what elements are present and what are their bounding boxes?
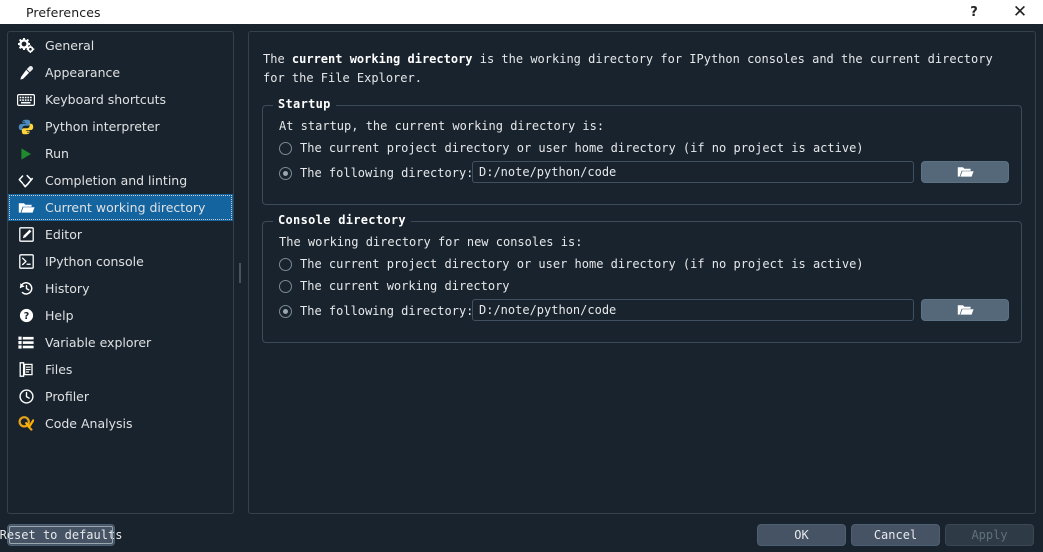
sidebar-item-label: Profiler xyxy=(45,389,90,404)
history-clock-icon xyxy=(16,281,36,297)
list-table-icon xyxy=(16,335,36,351)
startup-prompt-label: At startup, the current working director… xyxy=(279,119,605,133)
radio-label: The following directory: xyxy=(300,166,474,180)
page-description: The current working directory is the wor… xyxy=(263,50,1015,88)
help-button[interactable]: ? xyxy=(951,0,997,24)
reset-to-defaults-button[interactable]: Reset to defaults xyxy=(0,524,122,546)
sidebar-item-help[interactable]: ? Help xyxy=(8,302,233,329)
sidebar-item-label: Files xyxy=(45,362,73,377)
radio-indicator xyxy=(279,279,292,293)
console-group-title: Console directory xyxy=(273,213,411,227)
sidebar-item-label: Current working directory xyxy=(45,200,206,215)
sidebar-item-code-analysis[interactable]: Code Analysis xyxy=(8,410,233,437)
sidebar-item-label: General xyxy=(45,38,95,53)
apply-button: Apply xyxy=(945,524,1034,546)
sidebar-item-general[interactable]: General xyxy=(8,32,233,59)
svg-text:?: ? xyxy=(23,311,29,322)
console-prompt-label: The working directory for new consoles i… xyxy=(279,235,583,249)
open-folder-icon xyxy=(957,163,974,182)
startup-radio-following-directory[interactable]: The following directory: xyxy=(279,164,473,182)
sidebar-item-history[interactable]: History xyxy=(8,275,233,302)
sidebar-item-variable-explorer[interactable]: Variable explorer xyxy=(8,329,233,356)
sidebar-item-label: Run xyxy=(45,146,69,161)
sidebar-item-label: History xyxy=(45,281,90,296)
description-prefix: The xyxy=(263,52,292,66)
pencil-square-icon xyxy=(16,227,36,243)
sidebar-item-label: Appearance xyxy=(45,65,121,80)
preferences-main-panel: The current working directory is the wor… xyxy=(248,31,1036,514)
radio-label: The current project directory or user ho… xyxy=(300,257,864,271)
sidebar-item-label: Keyboard shortcuts xyxy=(45,92,167,107)
console-radio-project-directory[interactable]: The current project directory or user ho… xyxy=(279,255,864,273)
sidebar-item-keyboard-shortcuts[interactable]: Keyboard shortcuts xyxy=(8,86,233,113)
gears-icon xyxy=(16,38,36,54)
console-radio-current-working-directory[interactable]: The current working directory xyxy=(279,277,510,295)
console-directory-input[interactable]: D:/note/python/code xyxy=(472,299,914,321)
eyedropper-icon xyxy=(16,65,36,81)
python-logo-icon xyxy=(16,119,36,135)
radio-indicator xyxy=(279,304,292,318)
splitter-grip xyxy=(239,263,241,283)
sidebar-item-label: Completion and linting xyxy=(45,173,188,188)
console-browse-button[interactable] xyxy=(921,299,1009,321)
sidebar-item-label: IPython console xyxy=(45,254,144,269)
sidebar-item-label: Variable explorer xyxy=(45,335,152,350)
console-directory-group: Console directory The working directory … xyxy=(262,213,1022,343)
description-bold-term: current working directory xyxy=(291,52,473,66)
startup-browse-button[interactable] xyxy=(921,161,1009,183)
window-title: Preferences xyxy=(26,4,101,20)
radio-label: The current project directory or user ho… xyxy=(300,141,864,155)
sidebar-item-editor[interactable]: Editor xyxy=(8,221,233,248)
files-icon xyxy=(16,362,36,378)
play-triangle-icon xyxy=(16,146,36,162)
preferences-dialog: General Appearance Keyboard shortcuts Py… xyxy=(0,24,1043,552)
terminal-icon xyxy=(16,254,36,270)
sidebar-item-run[interactable]: Run xyxy=(8,140,233,167)
sidebar-item-label: Python interpreter xyxy=(45,119,160,134)
startup-radio-project-directory[interactable]: The current project directory or user ho… xyxy=(279,139,864,157)
sidebar-item-appearance[interactable]: Appearance xyxy=(8,59,233,86)
radio-indicator xyxy=(279,257,292,271)
radio-label: The following directory: xyxy=(300,304,474,318)
radio-indicator xyxy=(279,166,292,180)
startup-directory-input[interactable]: D:/note/python/code xyxy=(472,161,914,183)
sidebar-item-label: Editor xyxy=(45,227,82,242)
radio-label: The current working directory xyxy=(300,279,510,293)
sidebar-item-ipython-console[interactable]: IPython console xyxy=(8,248,233,275)
preferences-sidebar[interactable]: General Appearance Keyboard shortcuts Py… xyxy=(7,31,234,514)
window-titlebar: Preferences ? ✕ xyxy=(0,0,1043,24)
keyboard-icon xyxy=(16,92,36,108)
clock-icon xyxy=(16,389,36,405)
dialog-button-bar: Reset to defaults OK Cancel Apply xyxy=(0,520,1043,552)
sidebar-splitter[interactable] xyxy=(238,31,242,514)
question-circle-icon: ? xyxy=(16,308,36,324)
sidebar-item-profiler[interactable]: Profiler xyxy=(8,383,233,410)
sidebar-item-label: Code Analysis xyxy=(45,416,133,431)
open-folder-icon xyxy=(16,200,36,216)
close-button[interactable]: ✕ xyxy=(997,0,1043,24)
cancel-button[interactable]: Cancel xyxy=(851,524,940,546)
sidebar-item-current-working-directory[interactable]: Current working directory xyxy=(8,194,233,221)
sidebar-item-label: Help xyxy=(45,308,74,323)
ok-button[interactable]: OK xyxy=(757,524,846,546)
startup-group-title: Startup xyxy=(273,97,336,111)
sidebar-item-python-interpreter[interactable]: Python interpreter xyxy=(8,113,233,140)
radio-indicator xyxy=(279,141,292,155)
code-check-icon xyxy=(16,173,36,189)
startup-group: Startup At startup, the current working … xyxy=(262,97,1022,205)
sidebar-item-files[interactable]: Files xyxy=(8,356,233,383)
magnifier-check-icon xyxy=(16,416,36,432)
console-radio-following-directory[interactable]: The following directory: xyxy=(279,302,473,320)
open-folder-icon xyxy=(957,301,974,320)
sidebar-item-completion-and-linting[interactable]: Completion and linting xyxy=(8,167,233,194)
